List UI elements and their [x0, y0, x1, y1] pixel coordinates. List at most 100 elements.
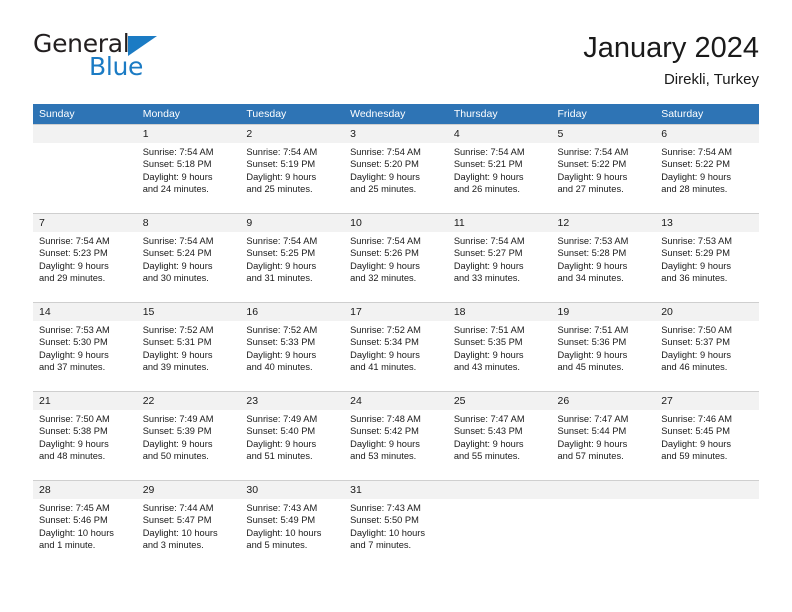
day-detail-line: and 32 minutes. — [350, 273, 417, 284]
day-detail-line: Sunrise: 7:54 AM — [39, 236, 110, 246]
day-details: Sunrise: 7:54 AM Sunset: 5:22 PM Daylight:… — [655, 143, 759, 195]
day-details: Sunrise: 7:48 AM Sunset: 5:42 PM Daylight:… — [344, 410, 448, 462]
day-detail-line: Daylight: 9 hours — [557, 260, 628, 271]
day-detail-line: Sunset: 5:28 PM — [557, 248, 627, 259]
day-detail-line: Daylight: 9 hours — [350, 438, 420, 449]
calendar-day-cell[interactable]: 14 Sunrise: 7:53 AM Sunset: 5:30 PM Dayligh… — [33, 302, 137, 391]
day-detail-line: Sunset: 5:22 PM — [661, 159, 730, 170]
day-detail-line: Sunset: 5:22 PM — [557, 159, 627, 170]
page-header: General Blue January 2024 Direkli, Turke… — [33, 30, 759, 98]
day-detail-line: and 3 minutes. — [142, 540, 204, 551]
day-detail-line: Daylight: 9 hours — [39, 260, 109, 271]
day-detail-line: and 24 minutes. — [142, 184, 209, 195]
calendar-day-cell[interactable]: 19 Sunrise: 7:51 AM Sunset: 5:36 PM Dayligh… — [551, 302, 656, 391]
day-detail-line: Sunset: 5:36 PM — [557, 337, 627, 348]
day-number: 10 — [344, 213, 448, 232]
calendar-day-cell[interactable]: 30 Sunrise: 7:43 AM Sunset: 5:49 PM Dayligh… — [240, 480, 345, 569]
calendar-day-cell[interactable]: 25 Sunrise: 7:47 AM Sunset: 5:43 PM Dayligh… — [447, 391, 552, 480]
calendar-day-cell[interactable]: 26 Sunrise: 7:47 AM Sunset: 5:44 PM Dayligh… — [551, 391, 656, 480]
day-number — [447, 480, 552, 499]
calendar-day-cell[interactable]: 29 Sunrise: 7:44 AM Sunset: 5:47 PM Dayligh… — [136, 480, 241, 569]
day-number — [655, 480, 759, 499]
day-number: 8 — [136, 213, 241, 232]
day-details: Sunrise: 7:49 AM Sunset: 5:39 PM Daylight:… — [137, 410, 241, 462]
day-detail-line: Sunrise: 7:54 AM — [246, 147, 318, 157]
calendar-day-cell[interactable]: 16 Sunrise: 7:52 AM Sunset: 5:33 PM Dayligh… — [240, 302, 345, 391]
day-number: 26 — [551, 391, 656, 410]
calendar-day-cell[interactable]: 18 Sunrise: 7:51 AM Sunset: 5:35 PM Dayligh… — [447, 302, 552, 391]
day-detail-line: Sunrise: 7:46 AM — [661, 414, 733, 424]
calendar-day-cell[interactable]: 28 Sunrise: 7:45 AM Sunset: 5:46 PM Dayligh… — [33, 480, 137, 569]
calendar-day-cell[interactable]: 6 Sunrise: 7:54 AM Sunset: 5:22 PM Daylight… — [655, 124, 759, 213]
day-detail-line: Daylight: 9 hours — [142, 438, 213, 449]
page-subtitle: Direkli, Turkey — [663, 71, 759, 88]
day-detail-line: Sunrise: 7:44 AM — [142, 503, 214, 513]
calendar-day-cell[interactable]: 22 Sunrise: 7:49 AM Sunset: 5:39 PM Dayligh… — [136, 391, 241, 480]
day-details: Sunrise: 7:54 AM Sunset: 5:25 PM Daylight:… — [240, 232, 344, 284]
day-detail-line: Daylight: 9 hours — [350, 171, 420, 182]
day-details: Sunrise: 7:47 AM Sunset: 5:43 PM Daylight:… — [448, 410, 552, 462]
calendar-day-cell[interactable]: 10 Sunrise: 7:54 AM Sunset: 5:26 PM Dayligh… — [344, 213, 448, 302]
day-detail-line: and 33 minutes. — [453, 273, 520, 284]
day-number: 30 — [240, 480, 345, 499]
day-number — [551, 480, 656, 499]
calendar-day-cell[interactable]: 7 Sunrise: 7:54 AM Sunset: 5:23 PM Daylight… — [33, 213, 137, 302]
calendar-column-header-thursday: Thursday — [447, 104, 552, 124]
day-details: Sunrise: 7:45 AM Sunset: 5:46 PM Daylight:… — [33, 499, 137, 551]
day-details — [448, 499, 552, 502]
day-detail-line: and 39 minutes. — [142, 362, 209, 373]
day-details: Sunrise: 7:54 AM Sunset: 5:23 PM Daylight:… — [33, 232, 137, 284]
calendar-day-cell[interactable]: 5 Sunrise: 7:54 AM Sunset: 5:22 PM Daylight… — [551, 124, 656, 213]
day-detail-line: and 25 minutes. — [350, 184, 417, 195]
day-number: 20 — [655, 302, 759, 321]
day-detail-line: Sunset: 5:39 PM — [142, 426, 212, 437]
calendar-day-cell[interactable]: 21 Sunrise: 7:50 AM Sunset: 5:38 PM Dayligh… — [33, 391, 137, 480]
day-detail-line: Sunset: 5:50 PM — [350, 515, 419, 526]
calendar-day-cell[interactable]: 20 Sunrise: 7:50 AM Sunset: 5:37 PM Dayligh… — [655, 302, 759, 391]
day-detail-line: Daylight: 9 hours — [557, 438, 628, 449]
calendar-day-cell[interactable]: 3 Sunrise: 7:54 AM Sunset: 5:20 PM Daylight… — [344, 124, 448, 213]
calendar-day-cell[interactable]: 31 Sunrise: 7:43 AM Sunset: 5:50 PM Dayligh… — [344, 480, 448, 569]
day-detail-line: Sunrise: 7:51 AM — [453, 325, 525, 335]
calendar-day-cell[interactable]: 24 Sunrise: 7:48 AM Sunset: 5:42 PM Dayligh… — [344, 391, 448, 480]
day-detail-line: and 40 minutes. — [246, 362, 313, 373]
day-details: Sunrise: 7:52 AM Sunset: 5:34 PM Daylight:… — [344, 321, 448, 373]
day-details: Sunrise: 7:51 AM Sunset: 5:35 PM Daylight:… — [448, 321, 552, 373]
day-details: Sunrise: 7:54 AM Sunset: 5:26 PM Daylight:… — [344, 232, 448, 284]
calendar-day-cell[interactable]: 15 Sunrise: 7:52 AM Sunset: 5:31 PM Dayligh… — [136, 302, 241, 391]
day-details: Sunrise: 7:50 AM Sunset: 5:37 PM Daylight:… — [655, 321, 759, 373]
calendar-day-cell[interactable]: 1 Sunrise: 7:54 AM Sunset: 5:18 PM Daylight… — [136, 124, 241, 213]
day-number: 11 — [447, 213, 552, 232]
calendar-day-cell[interactable]: 2 Sunrise: 7:54 AM Sunset: 5:19 PM Daylight… — [240, 124, 345, 213]
calendar-week-row: 14 Sunrise: 7:53 AM Sunset: 5:30 PM Dayligh… — [33, 302, 759, 391]
generalblue-logo[interactable]: General Blue — [33, 30, 263, 88]
calendar-day-cell[interactable]: 8 Sunrise: 7:54 AM Sunset: 5:24 PM Daylight… — [136, 213, 241, 302]
calendar-day-cell-empty — [655, 480, 759, 569]
calendar-day-cell[interactable]: 4 Sunrise: 7:54 AM Sunset: 5:21 PM Daylight… — [447, 124, 552, 213]
day-detail-line: and 28 minutes. — [661, 184, 728, 195]
day-details: Sunrise: 7:44 AM Sunset: 5:47 PM Daylight:… — [137, 499, 241, 551]
day-detail-line: and 1 minute. — [39, 540, 96, 551]
calendar-day-cell[interactable]: 23 Sunrise: 7:49 AM Sunset: 5:40 PM Dayligh… — [240, 391, 345, 480]
day-number: 6 — [655, 124, 759, 143]
day-detail-line: and 50 minutes. — [142, 451, 209, 462]
calendar-day-cell[interactable]: 27 Sunrise: 7:46 AM Sunset: 5:45 PM Dayligh… — [655, 391, 759, 480]
title-block: January 2024 Direkli, Turkey — [583, 30, 759, 91]
calendar-header-row: Sunday Monday Tuesday Wednesday Thursday Frid… — [33, 104, 759, 124]
logo-text-blue: Blue — [89, 52, 144, 81]
calendar-day-cell[interactable]: 17 Sunrise: 7:52 AM Sunset: 5:34 PM Dayligh… — [344, 302, 448, 391]
day-detail-line: and 37 minutes. — [39, 362, 106, 373]
day-detail-line: Sunset: 5:45 PM — [661, 426, 730, 437]
day-details: Sunrise: 7:49 AM Sunset: 5:40 PM Daylight:… — [240, 410, 344, 462]
day-detail-line: and 26 minutes. — [453, 184, 520, 195]
calendar-day-cell-empty — [33, 124, 137, 213]
calendar-day-cell[interactable]: 9 Sunrise: 7:54 AM Sunset: 5:25 PM Daylight… — [240, 213, 345, 302]
calendar-day-cell[interactable]: 13 Sunrise: 7:53 AM Sunset: 5:29 PM Dayligh… — [655, 213, 759, 302]
day-detail-line: Sunset: 5:43 PM — [453, 426, 523, 437]
day-detail-line: Sunset: 5:47 PM — [142, 515, 212, 526]
calendar-day-cell[interactable]: 12 Sunrise: 7:53 AM Sunset: 5:28 PM Dayligh… — [551, 213, 656, 302]
day-details — [655, 499, 759, 502]
day-detail-line: and 45 minutes. — [557, 362, 624, 373]
calendar-day-cell[interactable]: 11 Sunrise: 7:54 AM Sunset: 5:27 PM Dayligh… — [447, 213, 552, 302]
day-detail-line: Daylight: 9 hours — [453, 260, 524, 271]
